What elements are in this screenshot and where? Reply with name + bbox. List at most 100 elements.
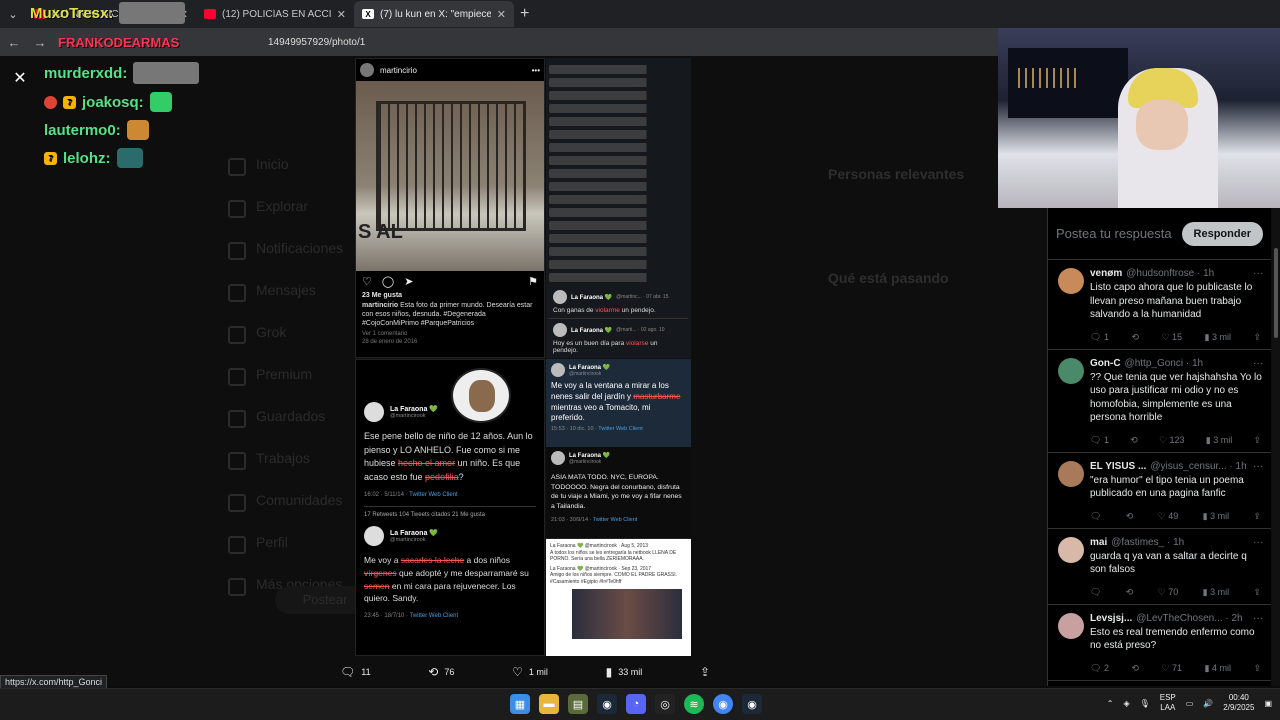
discord-icon[interactable]: ◔ xyxy=(626,694,646,714)
tweet-screenshot-column: La Faraona 💚 @martinc... · 07 abr. 15 Co… xyxy=(546,58,691,358)
share-icon[interactable]: ⇪ xyxy=(1253,435,1261,446)
tweet-handle: @martincirook xyxy=(569,370,602,377)
close-viewer-icon[interactable]: ✕ xyxy=(10,68,30,88)
reply-input[interactable]: Postea tu respuesta xyxy=(1056,226,1174,242)
file-explorer-icon[interactable]: ▬ xyxy=(539,694,559,714)
like-button[interactable]: ♡ 1 mil xyxy=(512,665,548,679)
views-button[interactable]: ▮ 3 mil xyxy=(1205,332,1231,343)
reply-item[interactable]: mai @fastimes_ · 1h ··· guarda q ya van a … xyxy=(1048,529,1271,605)
repost-button[interactable]: ⟲ xyxy=(1126,511,1134,522)
avatar[interactable] xyxy=(1058,536,1084,563)
chat-username: lelohz: xyxy=(63,149,111,167)
like-button[interactable]: ♡ 49 xyxy=(1158,511,1179,522)
close-tab-icon[interactable]: ✕ xyxy=(337,8,346,21)
clock-time: 00:40 xyxy=(1228,693,1249,702)
views-button[interactable]: ▮ 3 mil xyxy=(1203,511,1229,522)
clock[interactable]: 00:40 2/9/2025 xyxy=(1223,693,1254,713)
more-icon[interactable]: ··· xyxy=(1249,461,1263,472)
avatar[interactable] xyxy=(1058,460,1084,487)
views-button[interactable]: ▮ 33 mil xyxy=(606,665,643,679)
reply-author[interactable]: mai xyxy=(1090,537,1107,548)
like-button[interactable]: ♡ 123 xyxy=(1159,435,1185,446)
network-icon[interactable]: ◈ xyxy=(1123,699,1129,708)
avatar xyxy=(553,323,567,337)
avatar xyxy=(551,363,565,377)
like-button[interactable]: ♡ 71 xyxy=(1161,663,1182,674)
more-icon[interactable]: ··· xyxy=(1249,268,1263,279)
post-image[interactable]: martincirio ••• S AL ♡ ◯ ➤ ⚑ 23 Me gusta… xyxy=(355,58,691,656)
reply-count-button[interactable]: 🗨 2 xyxy=(1090,663,1109,674)
share-icon[interactable]: ⇪ xyxy=(1253,511,1261,522)
obs-icon[interactable]: ◎ xyxy=(655,694,675,714)
tab-search-button[interactable]: ⌄ xyxy=(0,3,26,25)
repost-button[interactable]: ⟲ xyxy=(1131,332,1139,343)
reply-author[interactable]: Gon-C xyxy=(1090,358,1121,369)
avatar[interactable] xyxy=(1058,357,1084,384)
steam-icon[interactable]: ◉ xyxy=(597,694,617,714)
reply-count-button[interactable]: 🗨 xyxy=(1090,511,1101,522)
wifi-icon[interactable]: ▭ xyxy=(1186,699,1194,708)
share-icon[interactable]: ⇪ xyxy=(1253,587,1261,598)
reply-button[interactable]: 🗨 11 xyxy=(340,665,371,679)
app-icon[interactable]: ▤ xyxy=(568,694,588,714)
windows-start-icon[interactable]: ▦ xyxy=(510,694,530,714)
close-tab-icon[interactable]: ✕ xyxy=(497,8,506,21)
new-tab-button[interactable]: + xyxy=(520,5,529,23)
reply-item[interactable]: venøm @hudsonftrose · 1h ··· Listo capo ah… xyxy=(1048,260,1271,350)
mic-icon[interactable]: 🎙 xyxy=(1140,699,1150,708)
chrome-icon[interactable]: ◉ xyxy=(713,694,733,714)
forward-arrow-icon[interactable]: → xyxy=(32,35,48,50)
steam-icon[interactable]: ◉ xyxy=(742,694,762,714)
ig-likes: 23 Me gusta xyxy=(362,292,403,299)
status-link-preview: https://x.com/http_Gonci xyxy=(0,675,108,689)
reply-count-button[interactable]: 🗨 1 xyxy=(1090,435,1109,446)
reply-author[interactable]: venøm xyxy=(1090,268,1122,279)
back-arrow-icon[interactable]: ← xyxy=(6,35,22,50)
tab-youtube-2[interactable]: (12) POLICÍAS EN ACCIÓN - Pr ✕ xyxy=(196,1,354,27)
tweet-text: Me voy a la ventana a mirar a los nenes … xyxy=(551,381,681,423)
views-button[interactable]: ▮ 4 mil xyxy=(1205,663,1231,674)
tab-x-post[interactable]: X (7) lu kun en X: "empiecen a g ✕ xyxy=(354,1,514,27)
chevron-up-icon[interactable]: ⌃ xyxy=(1107,699,1114,708)
reply-count-button[interactable]: 🗨 xyxy=(1090,587,1101,598)
send-icon: ➤ xyxy=(404,276,414,288)
chat-emote xyxy=(126,120,149,140)
avatar[interactable] xyxy=(1058,268,1084,294)
more-icon[interactable]: ··· xyxy=(1249,358,1263,369)
like-button[interactable]: ♡ 70 xyxy=(1158,587,1179,598)
tweet-photo xyxy=(572,589,682,639)
language-indicator[interactable]: ESP LAA xyxy=(1160,693,1176,712)
reply-item[interactable]: Levsjsj... @LevTheChosen... · 2h ··· Esto … xyxy=(1048,605,1271,681)
more-icon[interactable]: ··· xyxy=(1249,537,1263,548)
repost-button[interactable]: ⟲ 76 xyxy=(428,665,454,679)
scrollbar[interactable] xyxy=(1272,208,1280,686)
tweet-handle: @martincirook xyxy=(390,413,426,419)
share-button[interactable]: ⇪ xyxy=(700,665,710,679)
avatar[interactable] xyxy=(1058,612,1084,639)
share-icon[interactable]: ⇪ xyxy=(1253,663,1261,674)
share-icon[interactable]: ⇪ xyxy=(1253,332,1261,343)
views-button[interactable]: ▮ 3 mil xyxy=(1203,587,1229,598)
reply-count: 11 xyxy=(361,667,371,677)
more-icon[interactable]: ··· xyxy=(1249,613,1263,624)
reply-author[interactable]: EL YISUS ... xyxy=(1090,461,1146,472)
reply-author[interactable]: Levsjsj... xyxy=(1090,613,1132,624)
volume-icon[interactable]: 🔊 xyxy=(1203,699,1213,708)
repost-button[interactable]: ⟲ xyxy=(1131,663,1139,674)
notification-icon[interactable]: ▣ xyxy=(1264,699,1272,708)
reply-count-button[interactable]: 🗨 1 xyxy=(1090,332,1109,343)
spotify-icon[interactable]: ≋ xyxy=(684,694,704,714)
repost-button[interactable]: ⟲ xyxy=(1130,435,1138,446)
ghost-nav-item: Notificaciones xyxy=(220,240,343,260)
reply-item[interactable]: Gon-C @http_Gonci · 1h ··· ?? Que tenia qu… xyxy=(1048,350,1271,453)
reply-item[interactable]: EL YISUS ... @yisus_censur... · 1h ··· "er… xyxy=(1048,453,1271,529)
reply-submit-button[interactable]: Responder xyxy=(1181,221,1263,246)
url-field[interactable]: 14949957929/photo/1 xyxy=(268,37,365,48)
avatar xyxy=(551,451,565,465)
tweet-author: La Faraona 💚 xyxy=(569,364,611,371)
like-button[interactable]: ♡ 15 xyxy=(1161,332,1182,343)
ig-comments: Ver 1 comentario xyxy=(362,331,408,338)
ghost-nav-item: Guardados xyxy=(220,408,343,428)
views-button[interactable]: ▮ 3 mil xyxy=(1206,435,1232,446)
repost-button[interactable]: ⟲ xyxy=(1126,587,1134,598)
